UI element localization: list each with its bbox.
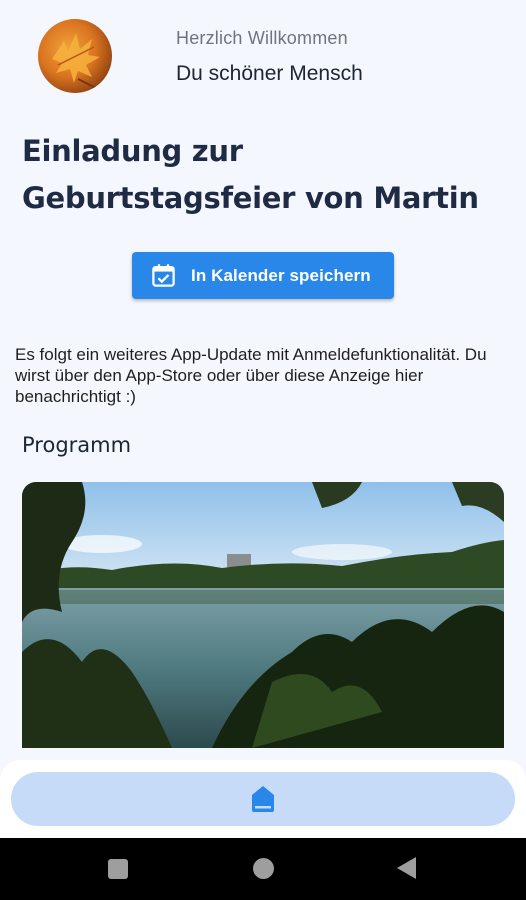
save-to-calendar-button[interactable]: In Kalender speichern: [132, 252, 394, 299]
bottom-navigation: [0, 760, 526, 838]
back-icon[interactable]: [397, 857, 416, 879]
home-circle-icon[interactable]: [253, 858, 274, 879]
program-heading: Programm: [22, 433, 132, 457]
page-title: Einladung zur Geburtstagsfeier von Marti…: [22, 128, 512, 222]
title-line-2: Geburtstagsfeier von Martin: [22, 181, 479, 215]
nav-item-home[interactable]: [11, 772, 515, 826]
calendar-check-icon: [150, 262, 177, 289]
username-text: Du schöner Mensch: [176, 62, 363, 85]
avatar: [38, 19, 112, 93]
lake-photo: [22, 482, 504, 748]
title-line-1: Einladung zur: [22, 134, 243, 168]
recents-icon[interactable]: [108, 859, 128, 879]
system-navigation-bar: [0, 838, 526, 900]
greeting-text: Herzlich Willkommen: [176, 28, 348, 48]
save-to-calendar-label: In Kalender speichern: [191, 265, 371, 285]
update-notice: Es folgt ein weiteres App-Update mit Anm…: [15, 345, 487, 406]
autumn-leaf-icon: [52, 33, 100, 90]
home-icon: [252, 786, 274, 812]
